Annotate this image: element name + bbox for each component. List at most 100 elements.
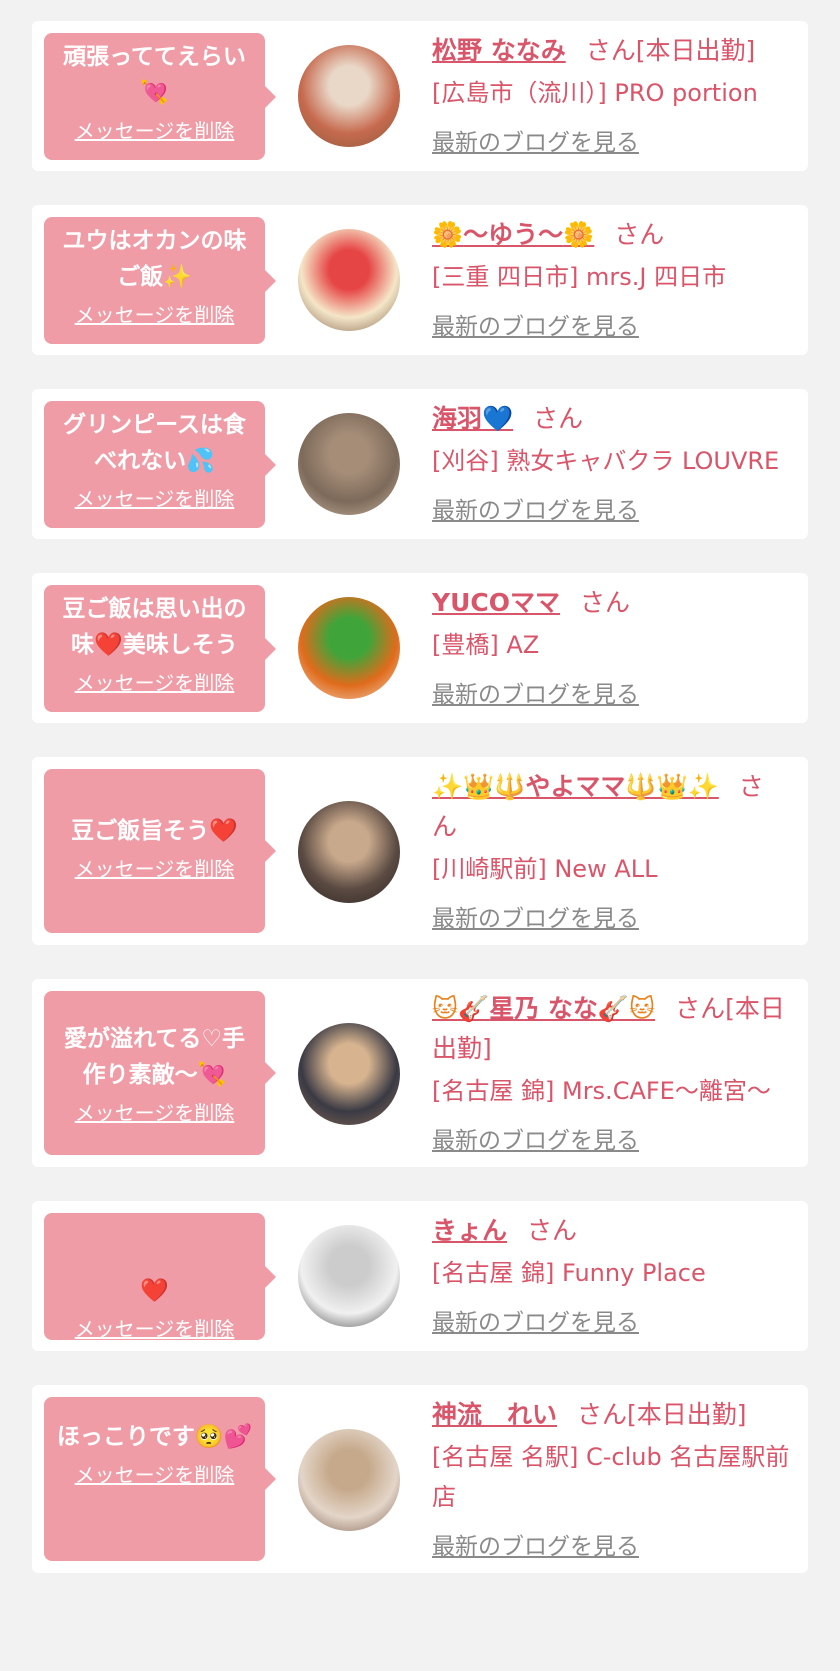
message-text: グリンピースは食 べれない💦	[52, 407, 257, 479]
message-bubble: ユウはオカンの味ご飯✨ メッセージを削除	[44, 217, 276, 344]
avatar[interactable]	[298, 413, 400, 515]
emoji-icon: 💦	[186, 448, 215, 474]
message-bubble: ほっこりです🥺💕 メッセージを削除	[44, 1397, 276, 1561]
avatar[interactable]	[298, 801, 400, 903]
message-line: 豆ご飯は思い出の	[62, 596, 247, 622]
message-list: 頑張っててえらい 💘 メッセージを削除 松野 ななみ さん[本日出勤] [広島市（流川）]…	[0, 0, 840, 1573]
avatar[interactable]	[298, 597, 400, 699]
honorific-status: さん	[533, 404, 584, 433]
profile-name-link[interactable]: 🐱🎸星乃 なな🎸🐱	[432, 994, 655, 1023]
delete-message-link[interactable]: メッセージを削除	[52, 853, 257, 882]
avatar[interactable]	[298, 229, 400, 331]
message-bubble: 豆ご飯旨そう❤️ メッセージを削除	[44, 769, 276, 933]
message-line: グリンピースは食	[63, 412, 246, 438]
message-bubble: 愛が溢れてる♡手 作り素敵〜💘 メッセージを削除	[44, 991, 276, 1155]
profile-name-link[interactable]: ✨👑🔱やよママ🔱👑✨	[432, 772, 719, 801]
name-line: 松野 ななみ さん[本日出勤]	[432, 31, 798, 71]
message-bubble: ❤️ メッセージを削除	[44, 1213, 276, 1342]
name-line: YUCOママ さん	[432, 583, 798, 623]
name-line: きょん さん	[432, 1211, 798, 1251]
latest-blog-link[interactable]: 最新のブログを見る	[432, 1527, 639, 1561]
profile-name-link[interactable]: 海羽💙	[432, 404, 513, 433]
message-line: 作り素敵〜	[82, 1062, 198, 1088]
profile-name: 神流 れい	[432, 1400, 558, 1429]
avatar[interactable]	[298, 1023, 400, 1125]
profile-name: 松野 ななみ	[432, 36, 566, 65]
name-line: 神流 れい さん[本日出勤]	[432, 1395, 798, 1435]
honorific-status: さん	[614, 220, 665, 249]
latest-blog-link[interactable]: 最新のブログを見る	[432, 1303, 639, 1337]
shop-name: [広島市（流川）] PRO portion	[432, 79, 758, 107]
delete-message-link[interactable]: メッセージを削除	[52, 299, 257, 328]
profile-info: 松野 ななみ さん[本日出勤] [広島市（流川）] PRO portion 最新のブロ…	[432, 31, 798, 157]
latest-blog-link[interactable]: 最新のブログを見る	[432, 899, 639, 933]
emoji-icon: 🥺💕	[194, 1424, 253, 1450]
latest-blog-link[interactable]: 最新のブログを見る	[432, 123, 639, 157]
emoji-icon: ❤️	[140, 1278, 169, 1304]
emoji-icon: 💘	[197, 1062, 227, 1088]
delete-message-link[interactable]: メッセージを削除	[52, 115, 257, 144]
shop-name: [豊橋] AZ	[432, 631, 540, 659]
latest-blog-link[interactable]: 最新のブログを見る	[432, 307, 639, 341]
shop-name: [名古屋 錦] Mrs.CAFE〜離宮〜	[432, 1077, 771, 1105]
honorific-status: さん[本日出勤]	[585, 36, 756, 65]
message-text: 豆ご飯旨そう❤️	[52, 813, 257, 849]
message-card: 頑張っててえらい 💘 メッセージを削除 松野 ななみ さん[本日出勤] [広島市（流川）]…	[32, 21, 808, 171]
message-text: ほっこりです🥺💕	[52, 1419, 257, 1455]
message-card: 豆ご飯は思い出の 味❤️美味しそう メッセージを削除 YUCOママ さん [豊橋] AZ 最…	[32, 573, 808, 723]
name-decoration-icon: 🌼	[563, 220, 595, 249]
shop-name: [名古屋 錦] Funny Place	[432, 1259, 706, 1287]
emoji-icon: ❤️	[209, 818, 238, 844]
name-line: 海羽💙 さん	[432, 399, 798, 439]
message-line: ご飯	[117, 264, 164, 290]
delete-message-link[interactable]: メッセージを削除	[52, 483, 257, 512]
profile-info: 🐱🎸星乃 なな🎸🐱 さん[本日出勤] [名古屋 錦] Mrs.CAFE〜離宮〜 最新の…	[432, 989, 798, 1155]
message-card: 豆ご飯旨そう❤️ メッセージを削除 ✨👑🔱やよママ🔱👑✨ さ ん [川崎駅前] New …	[32, 757, 808, 945]
avatar[interactable]	[298, 1225, 400, 1327]
message-bubble: 頑張っててえらい 💘 メッセージを削除	[44, 33, 276, 160]
profile-info: 神流 れい さん[本日出勤] [名古屋 名駅] C-club 名古屋駅前店最新のブロ…	[432, 1395, 798, 1561]
name-decoration-icon: ✨👑🔱	[432, 772, 526, 801]
message-line: ユウはオカンの味	[62, 228, 247, 254]
message-card: 愛が溢れてる♡手 作り素敵〜💘 メッセージを削除 🐱🎸星乃 なな🎸🐱 さん[本日出勤] […	[32, 979, 808, 1167]
latest-blog-link[interactable]: 最新のブログを見る	[432, 675, 639, 709]
profile-info: YUCOママ さん [豊橋] AZ 最新のブログを見る	[432, 583, 798, 709]
profile-name-link[interactable]: YUCOママ	[432, 588, 560, 617]
profile-name-link[interactable]: きょん	[432, 1216, 507, 1245]
shop-name: [川崎駅前] New ALL	[432, 855, 658, 883]
message-text: 頑張っててえらい 💘	[52, 39, 257, 111]
emoji-icon: 💘	[140, 80, 169, 106]
name-decoration-icon: 🌼	[432, 220, 464, 249]
shop-name: [名古屋 名駅] C-club 名古屋駅前店	[432, 1443, 790, 1511]
message-text: ユウはオカンの味ご飯✨	[52, 223, 257, 295]
message-line: 豆ご飯旨そう	[71, 818, 210, 844]
message-card: ほっこりです🥺💕 メッセージを削除 神流 れい さん[本日出勤] [名古屋 名駅] C-…	[32, 1385, 808, 1573]
profile-name-link[interactable]: 松野 ななみ	[432, 36, 566, 65]
profile-name: やよママ	[525, 772, 626, 801]
message-bubble: グリンピースは食 べれない💦 メッセージを削除	[44, 401, 276, 528]
profile-info: 海羽💙 さん [刈谷] 熟女キャバクラ LOUVRE 最新のブログを見る	[432, 399, 798, 525]
message-card: ユウはオカンの味ご飯✨ メッセージを削除 🌼〜ゆう〜🌼 さん [三重 四日市] mrs.…	[32, 205, 808, 355]
message-card: ❤️ メッセージを削除 きょん さん [名古屋 錦] Funny Place 最新のブログ…	[32, 1201, 808, 1351]
avatar[interactable]	[298, 1429, 400, 1531]
message-card: グリンピースは食 べれない💦 メッセージを削除 海羽💙 さん [刈谷] 熟女キャバクラ L…	[32, 389, 808, 539]
name-decoration-icon: 🎸🐱	[597, 994, 656, 1023]
latest-blog-link[interactable]: 最新のブログを見る	[432, 1121, 639, 1155]
profile-name-link[interactable]: 神流 れい	[432, 1400, 557, 1429]
profile-name-link[interactable]: 🌼〜ゆう〜🌼	[432, 220, 594, 249]
message-text: 愛が溢れてる♡手 作り素敵〜💘	[52, 1021, 257, 1093]
honorific-status: さん	[527, 1216, 578, 1245]
delete-message-link[interactable]: メッセージを削除	[52, 1097, 257, 1126]
honorific-status: さん[本日出勤]	[577, 1400, 747, 1429]
honorific-status: さん	[580, 588, 631, 617]
emoji-icon: ✨	[163, 264, 192, 290]
delete-message-link[interactable]: メッセージを削除	[52, 667, 257, 696]
profile-info: きょん さん [名古屋 錦] Funny Place 最新のブログを見る	[432, 1211, 798, 1337]
shop-name: [刈谷] 熟女キャバクラ LOUVRE	[432, 447, 780, 475]
delete-message-link[interactable]: メッセージを削除	[52, 1459, 257, 1488]
profile-name: 星乃 なな	[489, 994, 598, 1023]
avatar[interactable]	[298, 45, 400, 147]
latest-blog-link[interactable]: 最新のブログを見る	[432, 491, 639, 525]
delete-message-link[interactable]: メッセージを削除	[52, 1313, 257, 1342]
shop-name: [三重 四日市] mrs.J 四日市	[432, 263, 727, 291]
